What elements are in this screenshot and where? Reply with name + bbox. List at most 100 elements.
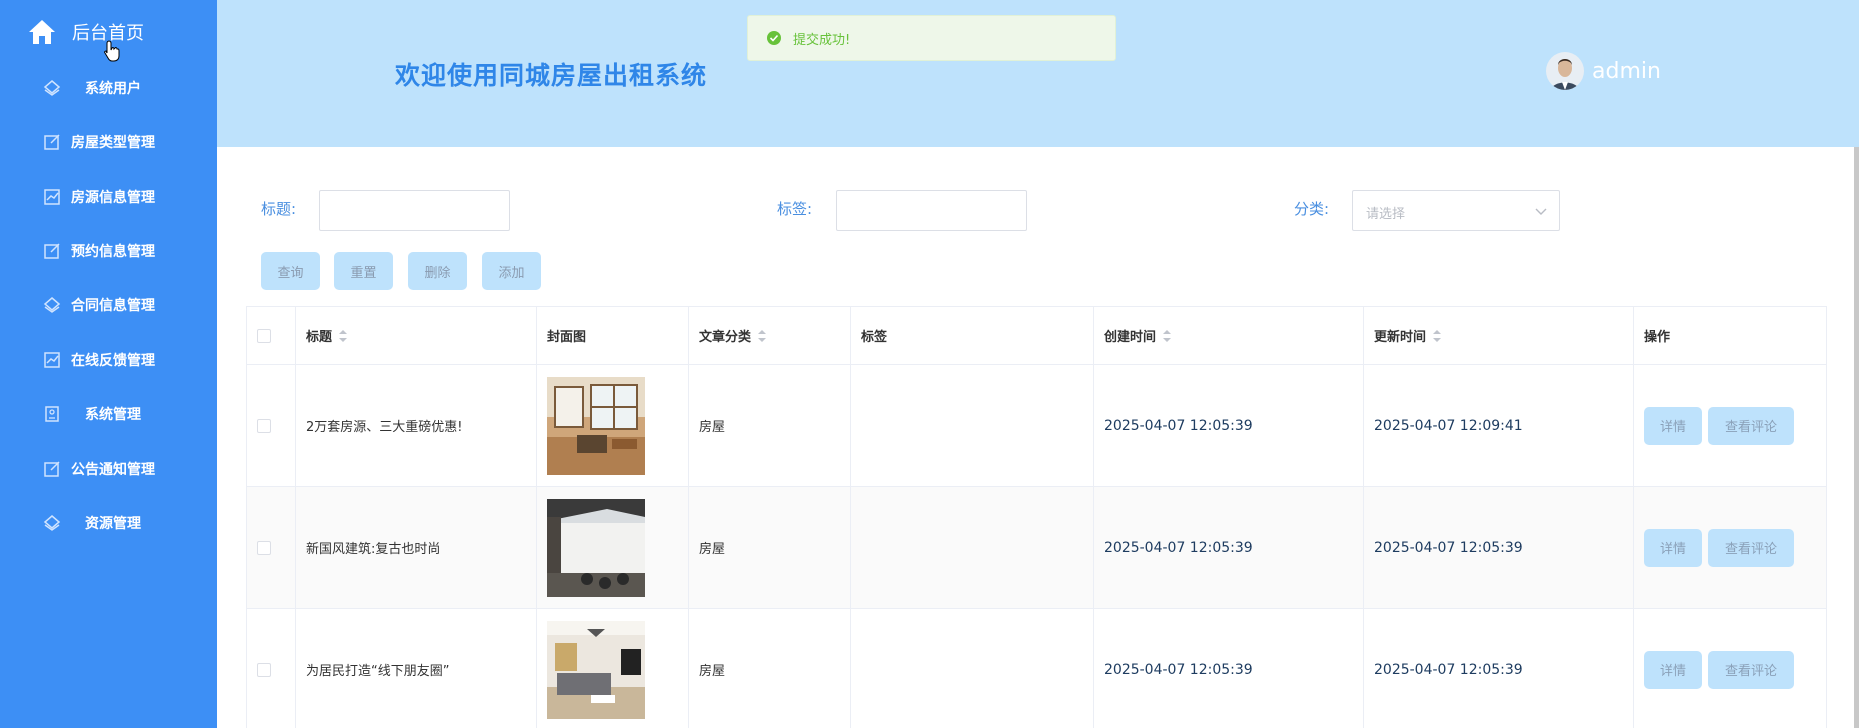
chevron-down-icon <box>1535 208 1547 215</box>
sidebar-item-resources[interactable]: 资源管理 <box>0 503 217 543</box>
sort-icon[interactable] <box>757 329 767 343</box>
category-select[interactable]: 请选择 <box>1352 190 1560 231</box>
updated-cell: 2025-04-07 12:05:39 <box>1364 487 1634 608</box>
sidebar-item-house-types[interactable]: 房屋类型管理 <box>0 122 217 162</box>
category-placeholder: 请选择 <box>1366 207 1406 222</box>
header-cover-label: 封面图 <box>547 330 587 345</box>
created-cell: 2025-04-07 12:05:39 <box>1094 365 1364 486</box>
sidebar-home[interactable]: 后台首页 <box>28 14 144 50</box>
category-cell: 房屋 <box>689 609 851 728</box>
avatar-image <box>1546 52 1584 90</box>
updated-cell: 2025-04-07 12:05:39 <box>1364 609 1634 728</box>
avatar <box>1546 52 1584 90</box>
updated-cell: 2025-04-07 12:09:41 <box>1364 365 1634 486</box>
header-actions-label: 操作 <box>1644 330 1671 345</box>
tags-cell <box>851 609 1094 728</box>
row-checkbox[interactable] <box>257 662 271 677</box>
header-actions: 操作 <box>1634 307 1826 364</box>
sort-icon[interactable] <box>1432 329 1442 343</box>
sidebar-item-appointments[interactable]: 预约信息管理 <box>0 231 217 271</box>
sidebar-item-feedback[interactable]: 在线反馈管理 <box>0 340 217 380</box>
table-row: 2万套房源、三大重磅优惠! 房屋 2025-04-07 12:05:39 202… <box>247 365 1826 487</box>
scrollbar[interactable] <box>1854 147 1859 728</box>
title-cell: 2万套房源、三大重磅优惠! <box>296 365 537 486</box>
view-comments-button[interactable]: 查看评论 <box>1708 406 1794 445</box>
select-all-checkbox[interactable] <box>257 328 271 343</box>
sidebar-item-label: 预约信息管理 <box>71 244 155 260</box>
header-cover: 封面图 <box>537 307 689 364</box>
sidebar-item-label: 合同信息管理 <box>71 298 155 314</box>
tag-label: 标签: <box>777 200 813 218</box>
sidebar-item-label: 房屋类型管理 <box>71 135 155 151</box>
sidebar-item-label: 房源信息管理 <box>71 190 155 206</box>
created-cell: 2025-04-07 12:05:39 <box>1094 609 1364 728</box>
check-circle-icon <box>767 31 781 45</box>
header: 欢迎使用同城房屋出租系统 提交成功! admin <box>217 0 1859 147</box>
row-checkbox-cell <box>247 365 296 486</box>
cover-cell <box>537 609 689 728</box>
reset-button[interactable]: 重置 <box>334 252 393 290</box>
detail-button[interactable]: 详情 <box>1644 406 1702 445</box>
success-toast: 提交成功! <box>747 15 1116 61</box>
articles-table: 标题 封面图 文章分类 标签 创建时间 更新时间 操作 2万套房源、三大重磅优惠… <box>246 306 1827 728</box>
cover-cell <box>537 365 689 486</box>
cover-image[interactable] <box>547 620 645 719</box>
header-created[interactable]: 创建时间 <box>1094 307 1364 364</box>
mouse-cursor-icon <box>104 40 120 62</box>
header-checkbox-cell <box>247 307 296 364</box>
header-tags: 标签 <box>851 307 1094 364</box>
row-checkbox[interactable] <box>257 540 271 555</box>
category-cell: 房屋 <box>689 487 851 608</box>
user-menu[interactable]: admin <box>1546 52 1661 90</box>
view-comments-button[interactable]: 查看评论 <box>1708 528 1794 567</box>
created-cell: 2025-04-07 12:05:39 <box>1094 487 1364 608</box>
cover-image[interactable] <box>547 498 645 597</box>
sidebar-item-label: 在线反馈管理 <box>71 353 155 369</box>
title-label: 标题: <box>261 200 297 218</box>
home-icon <box>29 20 55 44</box>
add-button[interactable]: 添加 <box>482 252 541 290</box>
header-created-label: 创建时间 <box>1104 330 1157 345</box>
sort-icon[interactable] <box>1162 329 1172 343</box>
header-updated-label: 更新时间 <box>1374 330 1427 345</box>
tags-cell <box>851 365 1094 486</box>
query-button[interactable]: 查询 <box>261 252 320 290</box>
sidebar-item-contracts[interactable]: 合同信息管理 <box>0 285 217 325</box>
table-row: 为居民打造“线下朋友圈” 房屋 2025-04-07 12:05:39 2025… <box>247 609 1826 728</box>
toast-message: 提交成功! <box>793 32 851 48</box>
sidebar-item-system-management[interactable]: 系统管理 <box>0 394 217 434</box>
title-search-input[interactable] <box>319 190 510 231</box>
sidebar-item-system-users[interactable]: 系统用户 <box>0 68 217 108</box>
sort-icon[interactable] <box>338 329 348 343</box>
header-title[interactable]: 标题 <box>296 307 537 364</box>
actions-cell: 详情 查看评论 <box>1634 609 1826 728</box>
row-checkbox[interactable] <box>257 418 271 433</box>
sidebar-item-announcements[interactable]: 公告通知管理 <box>0 449 217 489</box>
header-updated[interactable]: 更新时间 <box>1364 307 1634 364</box>
detail-button[interactable]: 详情 <box>1644 528 1702 567</box>
delete-button[interactable]: 删除 <box>408 252 467 290</box>
sidebar: 后台首页 系统用户 房屋类型管理 房源信息管理 预约信息管理 合同信息管理 在线… <box>0 0 217 728</box>
table-header: 标题 封面图 文章分类 标签 创建时间 更新时间 操作 <box>247 307 1826 365</box>
page-title: 欢迎使用同城房屋出租系统 <box>395 61 708 90</box>
category-cell: 房屋 <box>689 365 851 486</box>
row-checkbox-cell <box>247 609 296 728</box>
sidebar-item-listings[interactable]: 房源信息管理 <box>0 177 217 217</box>
actions-cell: 详情 查看评论 <box>1634 365 1826 486</box>
category-label: 分类: <box>1294 200 1330 218</box>
header-category-label: 文章分类 <box>699 330 752 345</box>
sidebar-item-label: 系统管理 <box>85 407 141 423</box>
header-category[interactable]: 文章分类 <box>689 307 851 364</box>
detail-button[interactable]: 详情 <box>1644 650 1702 689</box>
header-tags-label: 标签 <box>861 330 888 345</box>
username: admin <box>1592 58 1661 84</box>
sidebar-item-label: 公告通知管理 <box>71 462 155 478</box>
title-cell: 新国风建筑:复古也时尚 <box>296 487 537 608</box>
row-checkbox-cell <box>247 487 296 608</box>
view-comments-button[interactable]: 查看评论 <box>1708 650 1794 689</box>
cover-image[interactable] <box>547 376 645 475</box>
sidebar-item-label: 系统用户 <box>85 81 141 97</box>
tag-search-input[interactable] <box>836 190 1027 231</box>
title-cell: 为居民打造“线下朋友圈” <box>296 609 537 728</box>
header-title-label: 标题 <box>306 330 333 345</box>
